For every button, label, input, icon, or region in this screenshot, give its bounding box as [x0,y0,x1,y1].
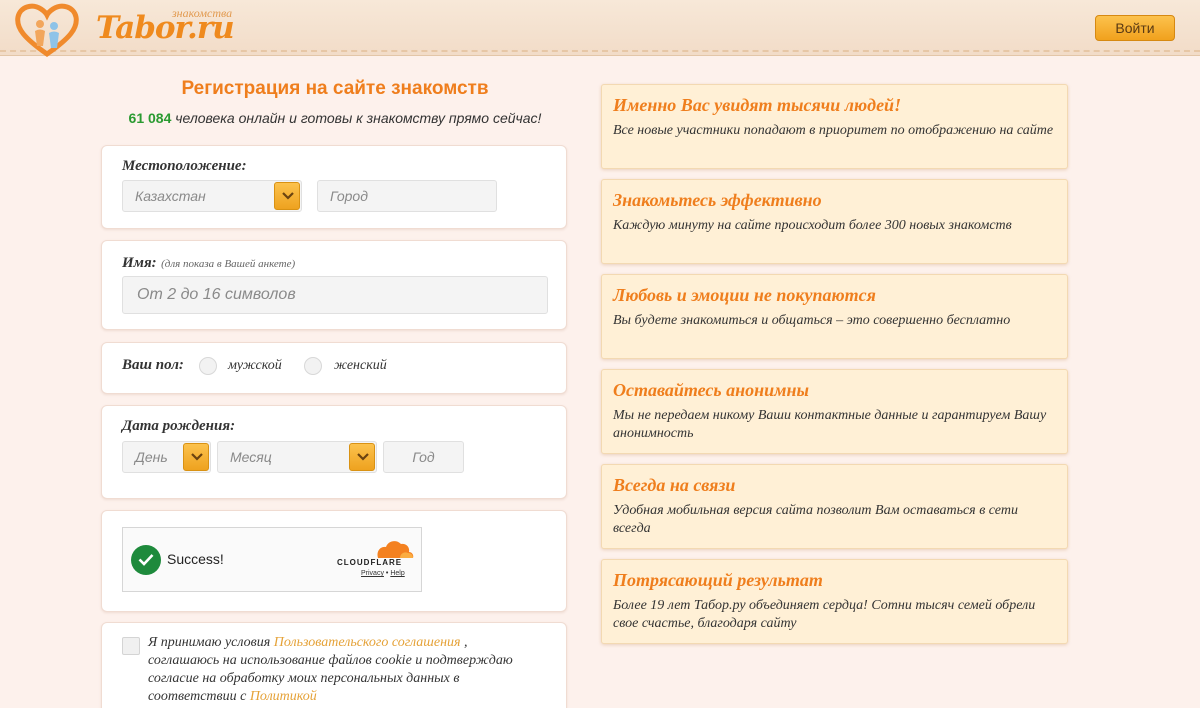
registration-title: Регистрация на сайте знакомств [181,78,489,99]
links-separator: • [385,570,389,577]
month-select[interactable]: Месяц [217,441,377,473]
benefit-title: Потрясающий результат [613,570,823,590]
success-check-icon [131,545,161,575]
captcha-status: Success! [167,551,224,567]
benefit-text: Удобная мобильная версия сайта позволит … [613,503,1018,536]
gender-card: Ваш пол: мужской женский [101,342,567,394]
chevron-down-icon[interactable] [349,443,375,471]
cloudflare-widget[interactable]: Success! CLOUDFLARE Privacy • Help [122,527,422,592]
day-select[interactable]: День [122,441,211,473]
benefit-card: Любовь и эмоции не покупаются Вы будете … [601,274,1068,359]
benefit-title: Именно Вас увидят тысячи людей! [613,95,902,115]
header-divider [0,50,1200,52]
name-card: Имя: (для показа в Вашей анкете) От 2 до… [101,240,567,330]
year-input[interactable]: Год [383,441,464,473]
location-card: Местоположение: Казахстан Город [101,145,567,229]
logo-subtitle: знакомства [172,6,233,20]
captcha-card: Success! CLOUDFLARE Privacy • Help [101,510,567,612]
user-agreement-link[interactable]: Пользовательского соглашения [274,635,461,650]
location-label: Местоположение: [122,158,247,174]
terms-text-1: Я принимаю условия [148,635,271,650]
birthdate-label: Дата рождения: [122,418,236,434]
terms-text: Я принимаю условия Пользовательского сог… [148,634,528,706]
gender-label: Ваш пол: [122,357,184,373]
online-count: 61 084 [128,110,172,126]
country-select[interactable]: Казахстан [122,180,302,212]
month-value: Месяц [230,449,272,465]
benefit-text: Более 19 лет Табор.ру объединяет сердца!… [613,598,1036,631]
help-link[interactable]: Help [390,570,404,577]
name-note: (для показа в Вашей анкете) [161,258,296,270]
benefit-card: Всегда на связи Удобная мобильная версия… [601,464,1068,549]
online-counter: 61 084 человека онлайн и готовы к знаком… [100,110,570,126]
benefit-card: Именно Вас увидят тысячи людей! Все новы… [601,84,1068,169]
male-label[interactable]: мужской [228,358,282,374]
site-header: Tabor.ru знакомства Войти [0,0,1200,58]
benefit-title: Оставайтесь анонимны [613,380,809,400]
terms-checkbox[interactable] [122,637,140,655]
benefit-title: Любовь и эмоции не покупаются [613,285,876,305]
male-radio[interactable] [199,357,217,375]
benefit-text: Все новые участники попадают в приоритет… [613,123,1054,138]
benefit-card: Потрясающий результат Более 19 лет Табор… [601,559,1068,644]
cloudflare-brand: CLOUDFLARE [337,558,403,567]
heart-logo-icon[interactable] [14,2,80,58]
name-input[interactable]: От 2 до 16 символов [122,276,548,314]
chevron-down-icon[interactable] [274,182,300,210]
name-label: Имя: [122,255,157,271]
online-text: человека онлайн и готовы к знакомству пр… [175,110,542,126]
benefit-text: Мы не передаем никому Ваши контактные да… [613,408,1047,441]
privacy-link[interactable]: Privacy [361,570,384,577]
login-button[interactable]: Войти [1095,15,1175,41]
female-label[interactable]: женский [334,358,387,374]
cloudflare-cloud-icon [377,541,414,558]
chevron-down-icon[interactable] [183,443,209,471]
benefit-title: Знакомьтесь эффективно [613,190,822,210]
female-radio[interactable] [304,357,322,375]
cloudflare-links: Privacy • Help [361,570,405,577]
benefit-text: Вы будете знакомиться и общаться – это с… [613,313,1011,328]
benefit-title: Всегда на связи [613,475,736,495]
benefit-text: Каждую минуту на сайте происходит более … [613,218,1012,233]
benefit-card: Знакомьтесь эффективно Каждую минуту на … [601,179,1068,264]
benefit-card: Оставайтесь анонимны Мы не передаем нико… [601,369,1068,454]
birthdate-card: Дата рождения: День Месяц Год [101,405,567,499]
country-value: Казахстан [135,188,206,204]
day-value: День [135,449,168,465]
privacy-policy-link[interactable]: Политикой [250,689,317,704]
terms-card: Я принимаю условия Пользовательского сог… [101,622,567,708]
name-label-row: Имя: (для показа в Вашей анкете) [122,254,295,272]
city-input[interactable]: Город [317,180,497,212]
